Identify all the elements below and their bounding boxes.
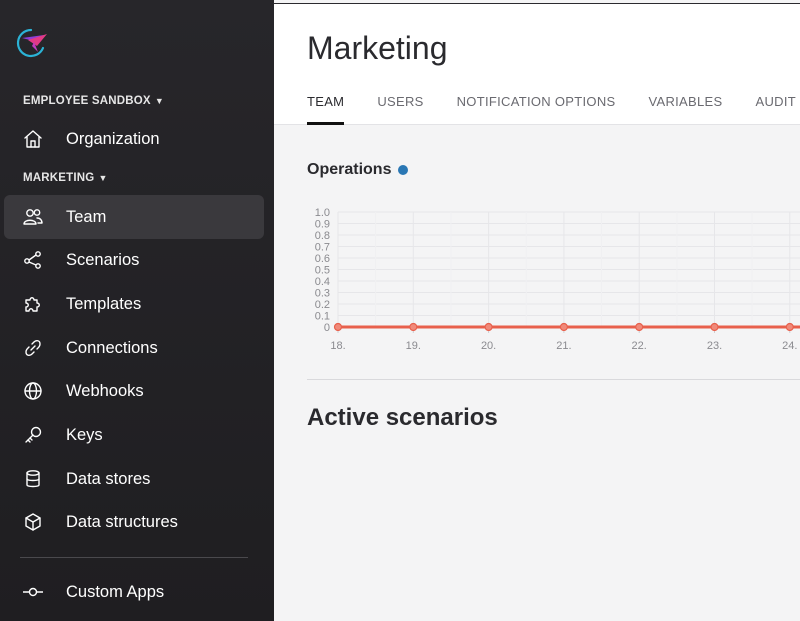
sidebar-item-label: Keys bbox=[66, 425, 103, 444]
x-tick-label: 18. bbox=[330, 340, 345, 352]
node-line-icon bbox=[23, 582, 43, 602]
org-switcher[interactable]: EMPLOYEE SANDBOX ▼ bbox=[23, 95, 164, 107]
y-tick-label: 0.3 bbox=[315, 288, 330, 300]
data-point bbox=[333, 322, 343, 332]
make-logo-icon[interactable] bbox=[14, 26, 50, 58]
globe-icon bbox=[23, 381, 43, 401]
y-tick-label: 0 bbox=[324, 322, 330, 334]
sidebar-item-label: Connections bbox=[66, 338, 158, 357]
x-tick-label: 23. bbox=[707, 340, 722, 352]
data-point bbox=[409, 322, 418, 332]
y-tick-label: 0.8 bbox=[315, 230, 330, 242]
sidebar-item-team[interactable]: Team bbox=[4, 195, 264, 239]
tab-variables[interactable]: VARIABLES bbox=[648, 94, 722, 125]
sidebar-item-keys[interactable]: Keys bbox=[4, 413, 264, 457]
x-tick-label: 19. bbox=[406, 340, 421, 352]
home-icon bbox=[23, 129, 43, 149]
active-scenarios-title: Active scenarios bbox=[307, 404, 498, 431]
page-header: Marketing TEAM USERS NOTIFICATION OPTION… bbox=[274, 4, 800, 125]
y-tick-label: 0.2 bbox=[315, 299, 330, 311]
data-point bbox=[785, 322, 794, 332]
x-tick-label: 24. bbox=[782, 340, 797, 352]
sidebar-item-label: Scenarios bbox=[66, 250, 140, 269]
sidebar-item-label: Webhooks bbox=[66, 381, 144, 400]
y-tick-label: 0.6 bbox=[315, 253, 330, 265]
page-title: Marketing bbox=[307, 30, 448, 66]
data-point bbox=[484, 322, 493, 332]
y-tick-label: 0.7 bbox=[315, 242, 330, 254]
org-switcher-label: EMPLOYEE SANDBOX bbox=[23, 95, 151, 107]
x-tick-label: 22. bbox=[632, 340, 647, 352]
puzzle-icon bbox=[23, 294, 43, 314]
operations-status-dot bbox=[398, 165, 409, 175]
sidebar-item-label: Organization bbox=[66, 129, 160, 148]
tab-bar: TEAM USERS NOTIFICATION OPTIONS VARIABLE… bbox=[307, 94, 800, 125]
sidebar-item-label: Templates bbox=[66, 294, 142, 313]
link-icon bbox=[23, 338, 43, 358]
sidebar-item-connections[interactable]: Connections bbox=[4, 326, 264, 370]
sidebar-item-webhooks[interactable]: Webhooks bbox=[4, 369, 264, 413]
cube-icon bbox=[23, 512, 43, 532]
operations-chart: 00.10.20.30.40.50.60.70.80.91.0 18. 19. 20.… bbox=[315, 207, 800, 352]
sidebar: EMPLOYEE SANDBOX ▼ Organization MARKETIN… bbox=[0, 0, 274, 621]
tab-notification-options[interactable]: NOTIFICATION OPTIONS bbox=[457, 94, 616, 125]
key-icon bbox=[23, 425, 43, 445]
y-tick-label: 0.9 bbox=[315, 219, 330, 231]
sidebar-item-scenarios[interactable]: Scenarios bbox=[4, 238, 264, 282]
users-icon bbox=[23, 207, 43, 227]
data-point bbox=[635, 322, 644, 332]
y-tick-label: 0.1 bbox=[315, 311, 330, 323]
team-switcher-label: MARKETING bbox=[23, 172, 95, 184]
data-point bbox=[710, 322, 719, 332]
sidebar-item-label: Team bbox=[66, 207, 107, 226]
section-divider bbox=[307, 379, 800, 380]
caret-down-icon: ▼ bbox=[98, 173, 108, 183]
main-content: Marketing TEAM USERS NOTIFICATION OPTION… bbox=[274, 3, 800, 621]
x-tick-label: 21. bbox=[556, 340, 571, 352]
tab-team[interactable]: TEAM bbox=[307, 94, 345, 125]
database-icon bbox=[23, 469, 43, 489]
y-tick-label: 1.0 bbox=[315, 207, 330, 219]
sidebar-item-data-stores[interactable]: Data stores bbox=[4, 457, 264, 501]
sidebar-item-label: Data stores bbox=[66, 469, 151, 488]
sidebar-item-label: Data structures bbox=[66, 512, 178, 531]
team-switcher[interactable]: MARKETING ▼ bbox=[23, 172, 108, 184]
sidebar-divider bbox=[20, 557, 248, 558]
caret-down-icon: ▼ bbox=[154, 96, 164, 106]
sidebar-item-custom-apps[interactable]: Custom Apps bbox=[4, 570, 264, 614]
data-point bbox=[559, 322, 568, 332]
share-nodes-icon bbox=[23, 250, 43, 270]
x-tick-label: 20. bbox=[481, 340, 496, 352]
operations-heading: Operations bbox=[307, 161, 409, 179]
tab-users[interactable]: USERS bbox=[377, 94, 423, 125]
operations-title: Operations bbox=[307, 161, 392, 178]
sidebar-item-data-structures[interactable]: Data structures bbox=[4, 500, 264, 544]
tab-audit-log[interactable]: AUDIT LOG bbox=[755, 94, 800, 125]
sidebar-item-organization[interactable]: Organization bbox=[4, 117, 264, 161]
sidebar-item-templates[interactable]: Templates bbox=[4, 282, 264, 326]
y-tick-label: 0.4 bbox=[315, 276, 330, 288]
y-tick-label: 0.5 bbox=[315, 265, 330, 277]
sidebar-item-label: Custom Apps bbox=[66, 582, 165, 601]
